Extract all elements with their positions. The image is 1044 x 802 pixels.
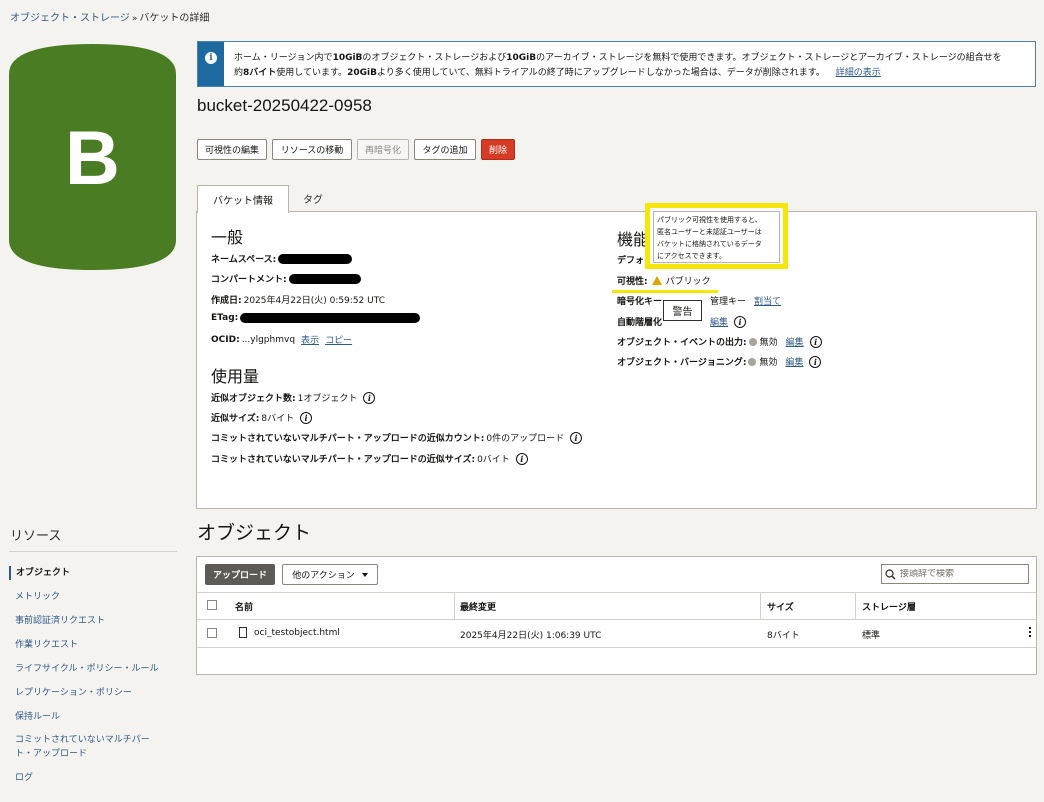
object-events-row: オブジェクト・イベントの出力: 無効 編集 i bbox=[617, 335, 822, 348]
breadcrumb-separator: » bbox=[131, 14, 138, 24]
bucket-logo: B bbox=[9, 44, 176, 270]
object-events-edit-link[interactable]: 編集 bbox=[786, 335, 804, 348]
etag-redacted bbox=[240, 313, 421, 323]
details-link[interactable]: 詳細の表示 bbox=[836, 68, 881, 78]
tab-tags[interactable]: タグ bbox=[290, 185, 336, 212]
row-actions-icon[interactable] bbox=[1029, 627, 1032, 637]
created-row: 作成日: 2025年4月22日(火) 0:59:52 UTC bbox=[211, 296, 385, 306]
general-heading: 一般 bbox=[211, 230, 244, 247]
namespace-redacted bbox=[278, 253, 353, 264]
divider bbox=[9, 551, 177, 552]
column-header-tier[interactable]: ストレージ層 bbox=[862, 600, 916, 613]
delete-button[interactable]: 削除 bbox=[481, 139, 515, 160]
banner-text: ホーム・リージョン内で10GiBのオブジェクト・ストレージおよび10GiBのアー… bbox=[234, 53, 1002, 78]
info-icon[interactable]: i bbox=[363, 391, 376, 404]
sidebar-item-uncommitted-uploads[interactable]: コミットされていないマルチパー bbox=[9, 733, 177, 747]
warning-tooltip: 警告 bbox=[663, 300, 702, 321]
more-actions-label: 他のアクション bbox=[292, 571, 355, 581]
object-size: 8バイト bbox=[767, 631, 800, 641]
namespace-row: ネームスペース: bbox=[211, 252, 353, 265]
row-checkbox[interactable] bbox=[207, 628, 217, 638]
warning-icon[interactable] bbox=[651, 276, 662, 285]
status-dot bbox=[748, 357, 757, 366]
auto-tiering-edit-link[interactable]: 編集 bbox=[710, 315, 728, 328]
ocid-row: OCID: ...ylgphmvq 表示 コピー bbox=[211, 333, 353, 347]
divider bbox=[454, 593, 455, 619]
etag-row: ETag: bbox=[211, 313, 421, 323]
info-icon[interactable]: i bbox=[809, 355, 822, 368]
search-input[interactable] bbox=[900, 569, 1020, 579]
select-all-checkbox[interactable] bbox=[207, 600, 217, 610]
usage-heading: 使用量 bbox=[211, 369, 260, 386]
approx-size-row: 近似サイズ: 8バイト i bbox=[211, 411, 313, 424]
prefix-search-box[interactable] bbox=[881, 564, 1029, 584]
sidebar-item-replication-policy[interactable]: レプリケーション・ポリシー bbox=[9, 686, 177, 700]
re-encrypt-button[interactable]: 再暗号化 bbox=[357, 139, 409, 160]
compartment-redacted bbox=[288, 273, 361, 284]
info-icon[interactable]: i bbox=[515, 452, 528, 465]
visibility-highlight bbox=[612, 290, 718, 293]
versioning-row: オブジェクト・バージョニング: 無効 編集 i bbox=[617, 355, 822, 368]
status-dot bbox=[748, 337, 757, 346]
edit-visibility-button[interactable]: 可視性の編集 bbox=[197, 139, 267, 160]
info-icon[interactable]: i bbox=[570, 431, 583, 444]
ocid-copy-link[interactable]: コピー bbox=[325, 333, 352, 346]
breadcrumb-current: バケットの詳細 bbox=[139, 13, 210, 24]
column-header-name[interactable]: 名前 bbox=[235, 600, 253, 613]
sidebar-item-work-requests[interactable]: 作業リクエスト bbox=[9, 638, 177, 652]
uncommitted-count-row: コミットされていないマルチパート・アップロードの近似カウント: 0件のアップロード… bbox=[211, 431, 583, 444]
info-icon[interactable]: i bbox=[809, 335, 822, 348]
info-icon[interactable]: i bbox=[734, 315, 747, 328]
default-row: デフォ bbox=[617, 256, 645, 266]
divider bbox=[760, 593, 761, 619]
encryption-assign-link[interactable]: 割当て bbox=[754, 294, 781, 307]
object-tier: 標準 bbox=[862, 631, 881, 641]
visibility-row: 可視性: パブリック bbox=[617, 276, 711, 287]
info-icon[interactable]: i bbox=[300, 411, 313, 424]
sidebar-item-retention-rules[interactable]: 保持ルール bbox=[9, 710, 177, 724]
move-resource-button[interactable]: リソースの移動 bbox=[272, 139, 352, 160]
uncommitted-size-row: コミットされていないマルチパート・アップロードの近似サイズ: 0バイト i bbox=[211, 452, 528, 465]
breadcrumb-object-storage-link[interactable]: オブジェクト・ストレージ bbox=[10, 13, 130, 24]
column-header-size[interactable]: サイズ bbox=[767, 600, 794, 613]
tab-bucket-info[interactable]: バケット情報 bbox=[197, 185, 289, 213]
search-icon bbox=[885, 568, 896, 579]
bucket-icon: B bbox=[9, 44, 176, 270]
object-name[interactable]: oci_testobject.html bbox=[254, 628, 340, 638]
compartment-row: コンパートメント: bbox=[211, 272, 361, 285]
objects-heading: オブジェクト bbox=[197, 523, 312, 544]
approx-objects-row: 近似オブジェクト数: 1オブジェクト i bbox=[211, 391, 376, 404]
page-title: bucket-20250422-0958 bbox=[197, 96, 372, 115]
bucket-logo-letter: B bbox=[65, 116, 120, 201]
sidebar-item-preauth-requests[interactable]: 事前認証済リクエスト bbox=[9, 614, 177, 628]
resources-title: リソース bbox=[10, 528, 62, 543]
public-visibility-tooltip: パブリック可視性を使用すると、 匿名ユーザーと未認証ユーザーは バケットに格納さ… bbox=[645, 203, 788, 269]
sidebar-item-metrics[interactable]: メトリック bbox=[9, 590, 177, 604]
breadcrumb: オブジェクト・ストレージ» バケットの詳細 bbox=[10, 9, 209, 24]
info-icon: i bbox=[205, 52, 217, 64]
ocid-show-link[interactable]: 表示 bbox=[301, 333, 319, 346]
chevron-down-icon bbox=[361, 572, 368, 577]
upload-button[interactable]: アップロード bbox=[205, 564, 275, 585]
sidebar-item-objects[interactable]: オブジェクト bbox=[9, 566, 177, 580]
more-actions-dropdown[interactable]: 他のアクション bbox=[282, 564, 378, 585]
file-icon bbox=[239, 627, 247, 638]
free-tier-info-banner: i ホーム・リージョン内で10GiBのオブジェクト・ストレージおよび10GiBの… bbox=[197, 41, 1036, 87]
add-tags-button[interactable]: タグの追加 bbox=[414, 139, 476, 160]
column-header-modified[interactable]: 最終変更 bbox=[460, 600, 496, 613]
sidebar-item-uncommitted-uploads-cont[interactable]: ト・アップロード bbox=[9, 747, 177, 761]
sidebar-item-logs[interactable]: ログ bbox=[9, 771, 177, 785]
divider bbox=[855, 593, 856, 619]
object-modified: 2025年4月22日(火) 1:06:39 UTC bbox=[460, 631, 602, 641]
versioning-edit-link[interactable]: 編集 bbox=[785, 355, 803, 368]
sidebar-item-lifecycle-rules[interactable]: ライフサイクル・ポリシー・ルール bbox=[9, 662, 177, 676]
